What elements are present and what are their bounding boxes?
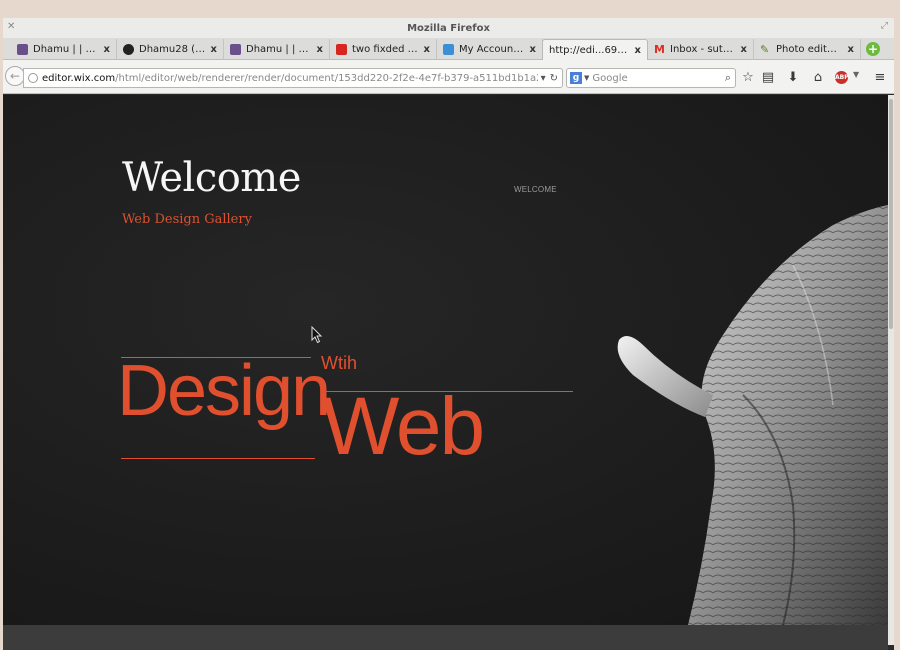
window-title: Mozilla Firefox	[407, 22, 490, 34]
window-maximize-icon[interactable]: ⤢	[881, 21, 888, 31]
tab-close-icon[interactable]: x	[317, 44, 323, 55]
tab-gmail[interactable]: M Inbox - sutharjug... x	[648, 39, 754, 60]
url-bar[interactable]: editor.wix.com/html/editor/web/renderer/…	[23, 68, 563, 88]
hamburger-menu-icon[interactable]: ≡	[872, 70, 888, 86]
tab-active-editor[interactable]: http://edi...694a6377f7 x	[542, 39, 648, 60]
scrollbar-thumb[interactable]	[889, 99, 893, 329]
tab-photo-editor[interactable]: ✎ Photo editor onli... x	[754, 39, 861, 60]
home-icon[interactable]: ⌂	[810, 70, 826, 86]
mouse-cursor-icon	[311, 326, 323, 344]
tab-strip: Dhamu | | A perf... x Dhamu28 (Jugal ...…	[3, 38, 894, 60]
avatar-favicon-icon	[17, 44, 28, 55]
back-arrow-icon[interactable]: ←	[5, 66, 25, 86]
adblock-plus-icon[interactable]: ABP	[835, 71, 849, 84]
tab-close-icon[interactable]: x	[635, 45, 641, 56]
google-icon[interactable]: g	[570, 72, 582, 84]
url-dropdown-icon[interactable]: ▾	[541, 73, 546, 84]
globe-icon	[28, 73, 38, 83]
headline-with: Wtih	[321, 353, 357, 373]
navigation-bar: ← editor.wix.com/html/editor/web/rendere…	[3, 60, 894, 94]
youtube-icon	[336, 44, 347, 55]
search-bar[interactable]: g ▼ Google ⌕	[566, 68, 736, 88]
tab-dhamu-2[interactable]: Dhamu | | A perf... x	[224, 39, 330, 60]
tab-youtube[interactable]: two fixded on the... x	[330, 39, 437, 60]
clipboard-icon[interactable]: ▤	[760, 70, 776, 86]
tab-close-icon[interactable]: x	[848, 44, 854, 55]
reload-icon[interactable]: ↻	[550, 73, 558, 84]
search-input[interactable]: Google	[592, 73, 721, 84]
page-title: Welcome	[122, 155, 301, 201]
tab-github[interactable]: Dhamu28 (Jugal ... x	[117, 39, 224, 60]
web-page-content: Welcome Web Design Gallery WELCOME Desig…	[3, 95, 888, 625]
github-icon	[123, 44, 134, 55]
headline-design: Design	[117, 351, 331, 431]
search-icon[interactable]: ⌕	[721, 71, 735, 85]
title-bar: ✕ Mozilla Firefox ⤢	[3, 18, 894, 38]
headline-web: Web	[322, 381, 485, 472]
footer-band	[3, 625, 888, 650]
nav-link-welcome[interactable]: WELCOME	[514, 185, 557, 194]
wix-icon	[443, 44, 454, 55]
elephant-image	[617, 205, 888, 625]
tab-my-account[interactable]: My Account | Wi... x	[437, 39, 543, 60]
tab-close-icon[interactable]: x	[530, 44, 536, 55]
browser-window: ✕ Mozilla Firefox ⤢ Dhamu | | A perf... …	[3, 18, 894, 650]
avatar-favicon-icon	[230, 44, 241, 55]
window-close-icon[interactable]: ✕	[7, 21, 15, 32]
tab-close-icon[interactable]: x	[424, 44, 430, 55]
tab-close-icon[interactable]: x	[741, 44, 747, 55]
tab-dhamu-1[interactable]: Dhamu | | A perf... x	[11, 39, 117, 60]
gmail-icon: M	[654, 43, 665, 56]
download-icon[interactable]: ⬇	[785, 70, 801, 86]
tab-close-icon[interactable]: x	[211, 44, 217, 55]
tab-close-icon[interactable]: x	[104, 44, 110, 55]
url-text: editor.wix.com/html/editor/web/renderer/…	[42, 72, 538, 84]
brush-icon: ✎	[760, 43, 770, 56]
page-subtitle: Web Design Gallery	[122, 212, 252, 227]
divider-line	[121, 458, 315, 459]
page-scrollbar[interactable]	[888, 95, 894, 645]
adblock-dropdown-icon[interactable]: ▼	[853, 70, 859, 79]
plus-icon[interactable]: +	[866, 42, 880, 56]
star-icon[interactable]: ☆	[740, 70, 756, 86]
search-engine-dropdown-icon[interactable]: ▼	[584, 74, 589, 82]
